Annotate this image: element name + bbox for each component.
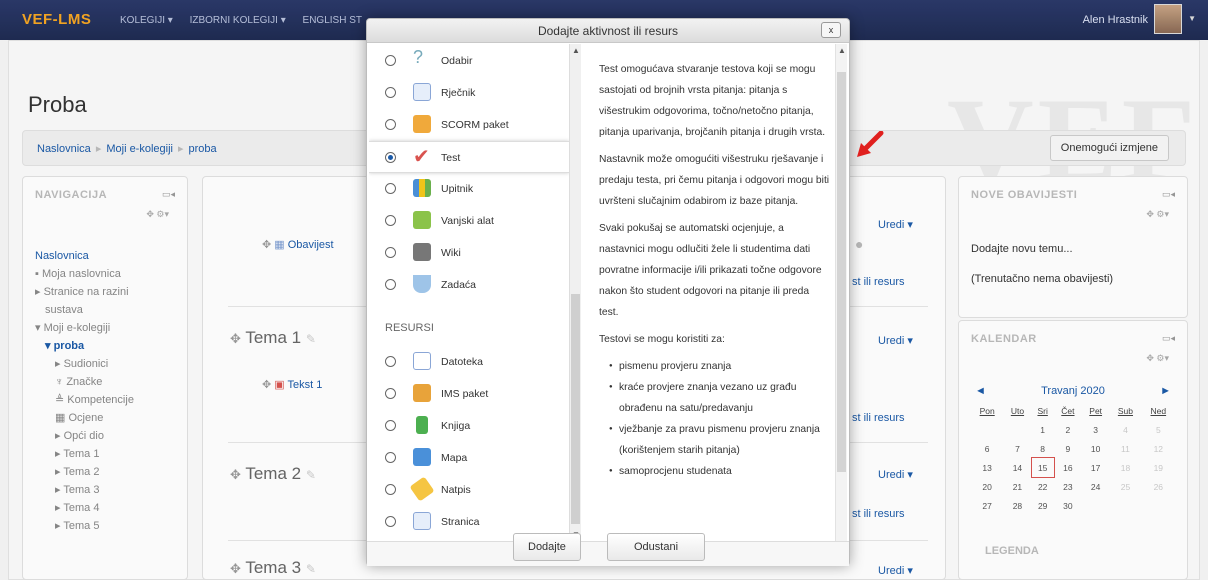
option-label: Vanjski alat <box>441 215 494 227</box>
file-icon <box>413 352 431 370</box>
description-paragraph: Test omogućava stvaranje testova koji se… <box>599 64 826 138</box>
scrollbar-thumb[interactable] <box>571 294 580 524</box>
option-label: Knjiga <box>441 420 471 432</box>
option-vanjski-alat[interactable]: Vanjski alat <box>369 205 569 237</box>
radio-button[interactable] <box>385 420 396 431</box>
dialog-title: Dodajte aktivnost ili resurs <box>537 24 679 38</box>
activity-description: Test omogućava stvaranje testova koji se… <box>599 59 831 541</box>
radio-button[interactable] <box>385 484 396 495</box>
glossary-icon <box>413 83 431 101</box>
description-paragraph: Testovi se mogu koristiti za: <box>599 334 725 345</box>
option-test[interactable]: ✔ Test <box>369 141 569 173</box>
description-scrollbar[interactable]: ▲ <box>835 44 847 542</box>
list-item: kraće provjere znanja vezano uz građu ob… <box>609 377 831 419</box>
option-label: Datoteka <box>441 356 484 368</box>
option-label: Natpis <box>441 484 471 496</box>
option-label: Odabir <box>441 55 473 67</box>
assignment-icon <box>413 275 431 293</box>
radio-button[interactable] <box>385 87 396 98</box>
radio-button[interactable] <box>385 452 396 463</box>
question-icon: ? <box>413 47 424 67</box>
dialog-footer: Dodajte Odustani <box>367 533 849 566</box>
option-label: SCORM paket <box>441 119 509 131</box>
radio-button[interactable] <box>385 119 396 130</box>
option-wiki[interactable]: Wiki <box>369 237 569 269</box>
book-icon <box>416 416 428 434</box>
close-icon[interactable]: x <box>821 22 841 38</box>
resources-heading: RESURSI <box>385 322 434 334</box>
option-odabir[interactable]: ? Odabir <box>369 45 569 77</box>
option-ims-paket[interactable]: IMS paket <box>369 378 569 410</box>
option-knjiga[interactable]: Knjiga <box>369 410 569 442</box>
radio-button[interactable] <box>385 183 396 194</box>
radio-button[interactable] <box>385 356 396 367</box>
option-list-scrollbar[interactable]: ▲ ▼ <box>569 44 581 542</box>
radio-button[interactable] <box>385 247 396 258</box>
quiz-checkmark-icon: ✔ <box>413 146 430 168</box>
add-activity-dialog: Dodajte aktivnost ili resurs x ? Odabir … <box>366 18 884 566</box>
cancel-button[interactable]: Odustani <box>607 533 706 561</box>
list-item: vježbanje za pravu pismenu provjeru znan… <box>609 419 831 461</box>
page-icon <box>413 512 431 530</box>
wiki-icon <box>413 243 431 261</box>
option-rjecnik[interactable]: Rječnik <box>369 77 569 109</box>
scrollbar-thumb[interactable] <box>837 72 846 472</box>
activity-option-list: ? Odabir Rječnik SCORM paket ✔ Test Upit… <box>369 44 569 540</box>
option-label: Stranica <box>441 516 480 528</box>
option-label: IMS paket <box>441 388 489 400</box>
description-list: pismenu provjeru znanja kraće provjere z… <box>599 356 831 482</box>
radio-button[interactable] <box>385 279 396 290</box>
option-label: Upitnik <box>441 183 474 195</box>
description-paragraph: Svaki pokušaj se automatski ocjenjuje, a… <box>599 223 822 318</box>
option-label: Rječnik <box>441 87 476 99</box>
option-label: Zadaća <box>441 279 477 291</box>
survey-chart-icon <box>413 179 431 197</box>
option-label: Mapa <box>441 452 468 464</box>
red-arrow-icon <box>857 131 884 157</box>
option-upitnik[interactable]: Upitnik <box>369 173 569 205</box>
ims-package-icon <box>413 384 431 402</box>
option-datoteka[interactable]: Datoteka <box>369 346 569 378</box>
add-button[interactable]: Dodajte <box>513 533 581 561</box>
scroll-up-icon[interactable]: ▲ <box>572 46 580 55</box>
package-icon <box>413 115 431 133</box>
folder-icon <box>413 448 431 466</box>
radio-button[interactable] <box>385 215 396 226</box>
option-label: Wiki <box>441 247 461 259</box>
option-label: Test <box>441 152 461 164</box>
puzzle-icon <box>413 211 431 229</box>
radio-button[interactable] <box>385 516 396 527</box>
radio-button-selected[interactable] <box>385 152 396 163</box>
list-item: samoprocjenu studenata <box>609 461 831 482</box>
option-zadaca[interactable]: Zadaća <box>369 269 569 301</box>
label-tag-icon <box>409 476 435 502</box>
option-natpis[interactable]: Natpis <box>369 474 569 506</box>
description-paragraph: Nastavnik može omogućiti višestruku rješ… <box>599 154 830 207</box>
scroll-up-icon[interactable]: ▲ <box>838 46 846 55</box>
option-scorm[interactable]: SCORM paket <box>369 109 569 141</box>
option-mapa[interactable]: Mapa <box>369 442 569 474</box>
list-item: pismenu provjeru znanja <box>609 356 831 377</box>
radio-button[interactable] <box>385 388 396 399</box>
radio-button[interactable] <box>385 55 396 66</box>
dialog-header: Dodajte aktivnost ili resurs x <box>367 19 849 43</box>
